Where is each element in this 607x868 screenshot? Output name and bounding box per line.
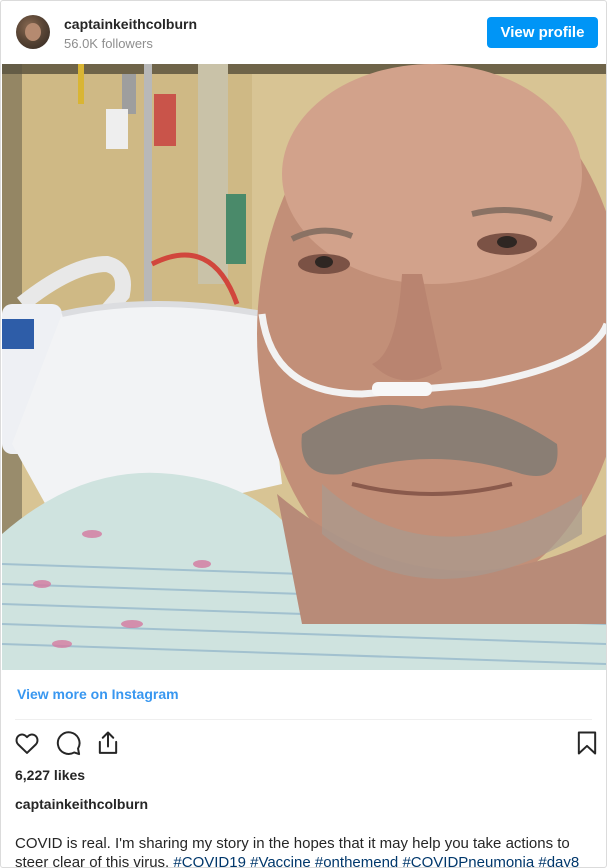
hashtag[interactable]: #day8 — [538, 854, 579, 867]
hashtag[interactable]: #Vaccine — [250, 854, 311, 867]
view-more-link[interactable]: View more on Instagram — [17, 686, 179, 702]
username[interactable]: captainkeithcolburn — [64, 16, 197, 32]
hashtag[interactable]: #onthemend — [315, 854, 398, 867]
hashtag[interactable]: #COVID19 — [173, 854, 246, 867]
post-header: captainkeithcolburn 56.0K followers View… — [1, 1, 606, 63]
comment-icon[interactable] — [54, 729, 82, 757]
divider — [15, 719, 592, 720]
share-icon[interactable] — [94, 729, 122, 757]
post-photo[interactable] — [2, 64, 606, 670]
instagram-embed-card: captainkeithcolburn 56.0K followers View… — [0, 0, 607, 868]
bookmark-icon[interactable] — [573, 729, 601, 757]
caption-username[interactable]: captainkeithcolburn — [15, 796, 148, 812]
heart-icon[interactable] — [13, 729, 41, 757]
hashtag[interactable]: #COVIDPneumonia — [402, 854, 534, 867]
view-profile-button[interactable]: View profile — [487, 17, 598, 48]
follower-count: 56.0K followers — [64, 36, 153, 51]
like-count: 6,227 likes — [15, 767, 86, 783]
avatar-face — [25, 23, 41, 41]
avatar[interactable] — [16, 15, 50, 49]
caption: COVID is real. I'm sharing my story in t… — [15, 834, 600, 867]
